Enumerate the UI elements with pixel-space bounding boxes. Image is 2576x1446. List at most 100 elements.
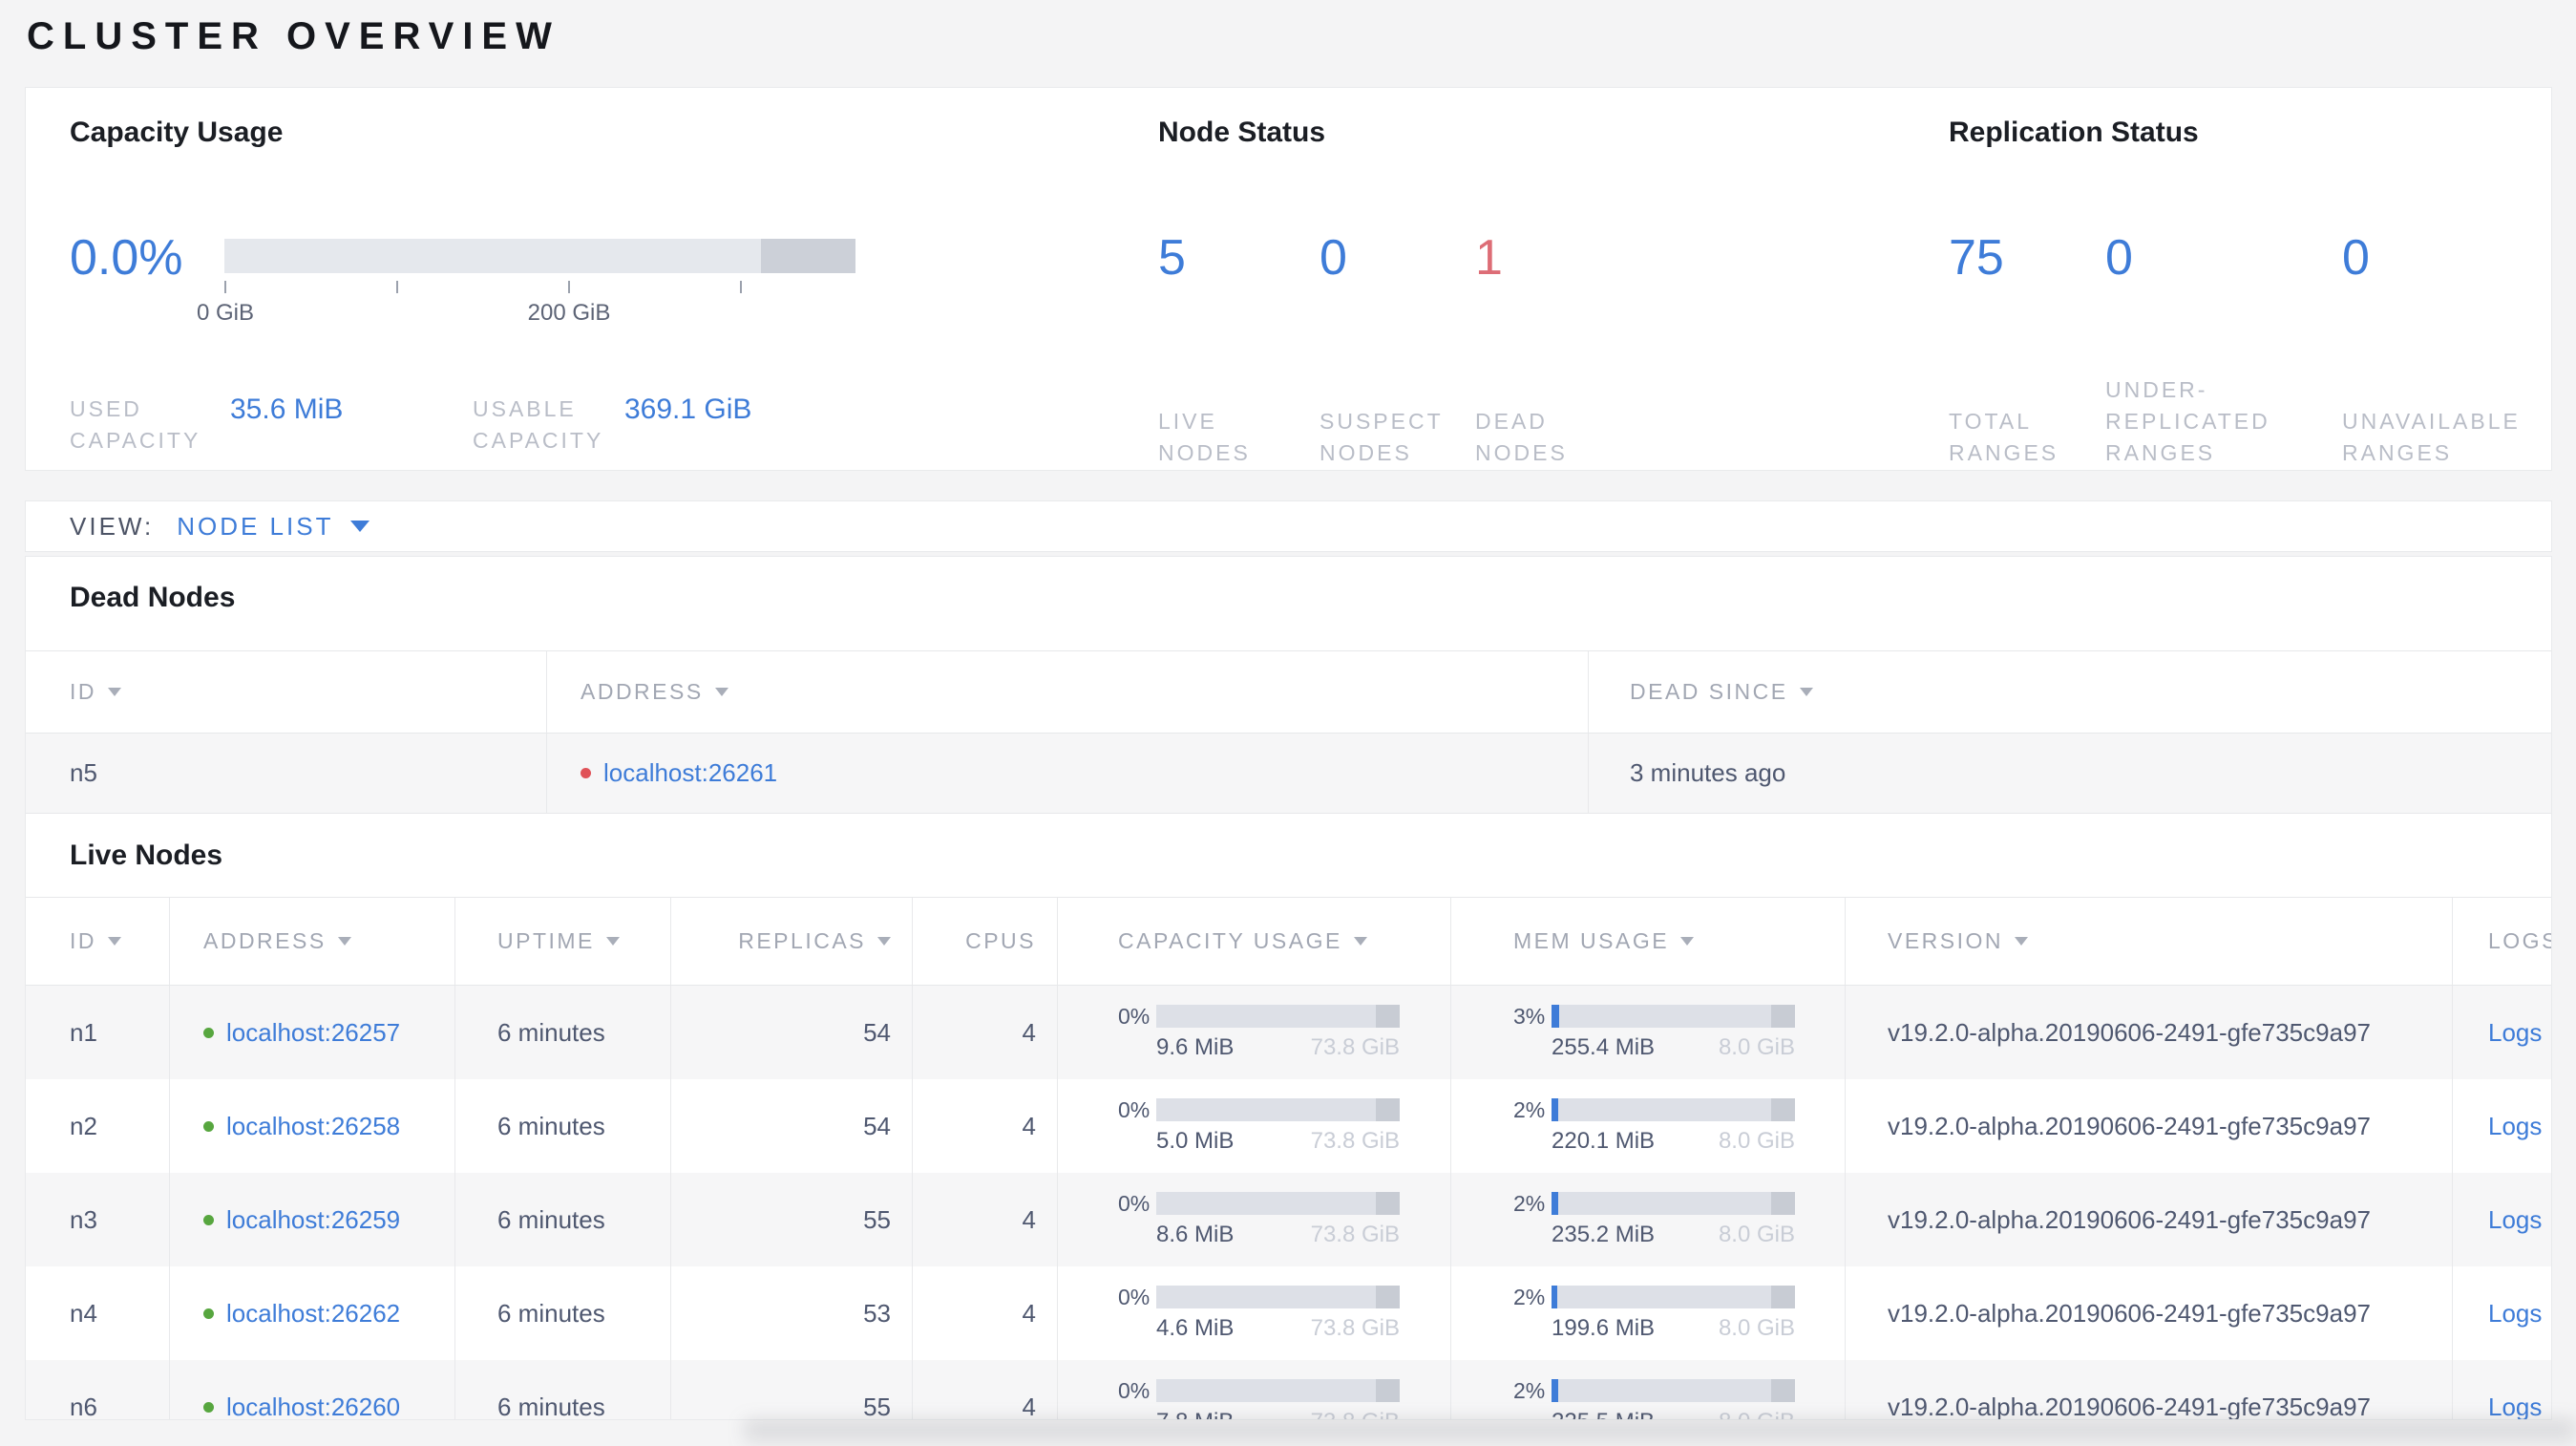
cpus-value: 4	[912, 1079, 1057, 1173]
uptime-value: 6 minutes	[454, 1173, 670, 1266]
mem-usage-cell: 2% 235.2 MiB 8.0 GiB	[1450, 1173, 1845, 1266]
column-header-uptime[interactable]: UPTIME	[454, 898, 670, 985]
uptime-value: 6 minutes	[454, 1360, 670, 1419]
node-address-link[interactable]: localhost:26259	[226, 1205, 400, 1235]
table-row: n4 localhost:26262 6 minutes 53 4 0% 4.6…	[26, 1266, 2551, 1360]
capacity-used-value: 8.6 MiB	[1156, 1222, 1235, 1247]
mem-used-value: 199.6 MiB	[1552, 1315, 1656, 1341]
mem-used-segment	[1552, 1286, 1558, 1308]
mem-usage-mini-bar	[1552, 1286, 1795, 1308]
sort-arrow-icon	[108, 688, 121, 696]
capacity-percent-label: 0%	[1118, 1377, 1151, 1403]
column-header-address[interactable]: ADDRESS	[169, 898, 454, 985]
capacity-total-value: 73.8 GiB	[1310, 1034, 1400, 1060]
logs-link[interactable]: Logs	[2488, 1112, 2542, 1141]
axis-tick-label: 0 GiB	[196, 300, 255, 326]
column-header-version[interactable]: VERSION	[1845, 898, 2452, 985]
view-selector-dropdown[interactable]: NODE LIST	[177, 512, 370, 542]
node-id: n5	[70, 758, 97, 787]
table-row: n6 localhost:26260 6 minutes 55 4 0% 2% …	[26, 1360, 2551, 1420]
capacity-bar-reserved-segment	[760, 239, 855, 273]
live-nodes-table-header: ID ADDRESS UPTIME REPLICAS CPUS CAPACITY…	[26, 897, 2551, 986]
column-header-address[interactable]: ADDRESS	[546, 651, 1588, 733]
capacity-usage-mini-bar	[1156, 1379, 1400, 1402]
logs-link[interactable]: Logs	[2488, 1299, 2542, 1329]
used-capacity-label: USED CAPACITY	[70, 396, 201, 453]
view-label: VIEW:	[70, 511, 155, 541]
mem-usage-mini-bar	[1552, 1005, 1795, 1028]
mem-percent-label: 2%	[1513, 1377, 1546, 1403]
logs-link[interactable]: Logs	[2488, 1393, 2542, 1420]
under-replicated-label: UNDER- REPLICATED RANGES	[2105, 377, 2270, 465]
capacity-percent-label: 0%	[1118, 1190, 1151, 1216]
live-nodes-table: ID ADDRESS UPTIME REPLICAS CPUS CAPACITY…	[26, 897, 2551, 1420]
capacity-total-value: 73.8 GiB	[1310, 1128, 1400, 1154]
capacity-used-value: 4.6 MiB	[1156, 1315, 1235, 1341]
view-selected-value: NODE LIST	[177, 511, 334, 541]
axis-tick	[224, 281, 226, 293]
node-status-title: Node Status	[1158, 117, 1326, 148]
replicas-value: 55	[670, 1360, 912, 1419]
unavailable-ranges-label: UNAVAILABLE RANGES	[2342, 409, 2521, 465]
live-nodes-label: LIVE NODES	[1158, 409, 1251, 465]
capacity-usage-title: Capacity Usage	[70, 117, 284, 148]
mem-total-value: 8.0 GiB	[1718, 1222, 1795, 1247]
mem-reserved-segment	[1770, 1005, 1795, 1028]
column-header-logs: LOGS	[2452, 898, 2551, 985]
uptime-value: 6 minutes	[454, 1266, 670, 1360]
dead-nodes-section-title: Dead Nodes	[70, 582, 236, 613]
column-header-mem-usage[interactable]: MEM USAGE	[1450, 898, 1845, 985]
dead-nodes-count: 1	[1475, 230, 1503, 286]
axis-tick	[568, 281, 570, 293]
capacity-usage-mini-bar	[1156, 1286, 1400, 1308]
version-value: v19.2.0-alpha.20190606-2491-gfe735c9a97	[1845, 1079, 2452, 1173]
logs-link[interactable]: Logs	[2488, 1018, 2542, 1048]
chevron-down-icon	[350, 521, 370, 532]
capacity-usage-cell: 0% 5.0 MiB 73.8 GiB	[1057, 1079, 1450, 1173]
replicas-value: 55	[670, 1173, 912, 1266]
capacity-reserved-segment	[1375, 1286, 1400, 1308]
capacity-reserved-segment	[1375, 1098, 1400, 1121]
node-address-link[interactable]: localhost:26260	[226, 1393, 400, 1420]
node-address-link[interactable]: localhost:26261	[603, 758, 777, 788]
replicas-value: 54	[670, 1079, 912, 1173]
total-ranges-count: 75	[1949, 230, 2004, 286]
axis-tick-label: 200 GiB	[527, 300, 611, 326]
node-id: n3	[70, 1204, 97, 1234]
replication-status-title: Replication Status	[1949, 117, 2199, 148]
capacity-total-value: 73.8 GiB	[1310, 1315, 1400, 1341]
node-address-link[interactable]: localhost:26257	[226, 1018, 400, 1048]
node-id: n2	[70, 1111, 97, 1140]
uptime-value: 6 minutes	[454, 1079, 670, 1173]
axis-tick	[740, 281, 742, 293]
column-header-id[interactable]: ID	[26, 898, 169, 985]
table-row: n2 localhost:26258 6 minutes 54 4 0% 5.0…	[26, 1079, 2551, 1173]
column-header-replicas[interactable]: REPLICAS	[670, 898, 912, 985]
node-id: n6	[70, 1392, 97, 1420]
column-header-capacity-usage[interactable]: CAPACITY USAGE	[1057, 898, 1450, 985]
uptime-value: 6 minutes	[454, 986, 670, 1079]
page-title: CLUSTER OVERVIEW	[27, 15, 560, 57]
node-address-link[interactable]: localhost:26258	[226, 1112, 400, 1141]
dead-since-value: 3 minutes ago	[1588, 734, 2551, 813]
cpus-value: 4	[912, 1360, 1057, 1419]
node-address-link[interactable]: localhost:26262	[226, 1299, 400, 1329]
cluster-summary-card: Capacity Usage 0.0% 0 GiB 200 GiB USED CA…	[25, 87, 2552, 471]
logs-link[interactable]: Logs	[2488, 1205, 2542, 1235]
table-row: n3 localhost:26259 6 minutes 55 4 0% 8.6…	[26, 1173, 2551, 1266]
capacity-used-value: 7.8 MiB	[1156, 1409, 1234, 1419]
column-header-dead-since[interactable]: DEAD SINCE	[1588, 651, 2551, 733]
dead-nodes-table: ID ADDRESS DEAD SINCE n5 localhost:26261…	[26, 650, 2551, 814]
mem-reserved-segment	[1770, 1286, 1795, 1308]
usable-capacity-label: USABLE CAPACITY	[473, 396, 604, 453]
column-header-id[interactable]: ID	[26, 651, 546, 733]
mem-usage-mini-bar	[1552, 1192, 1795, 1215]
mem-total-value: 8.0 GiB	[1718, 1128, 1795, 1154]
capacity-total-value: 73.8 GiB	[1310, 1222, 1400, 1247]
version-value: v19.2.0-alpha.20190606-2491-gfe735c9a97	[1845, 1173, 2452, 1266]
sort-arrow-icon	[1353, 937, 1367, 946]
sort-arrow-icon	[605, 937, 620, 946]
capacity-reserved-segment	[1375, 1379, 1400, 1402]
live-status-dot-icon	[203, 1027, 214, 1038]
mem-usage-cell: 2% 220.1 MiB 8.0 GiB	[1450, 1079, 1845, 1173]
